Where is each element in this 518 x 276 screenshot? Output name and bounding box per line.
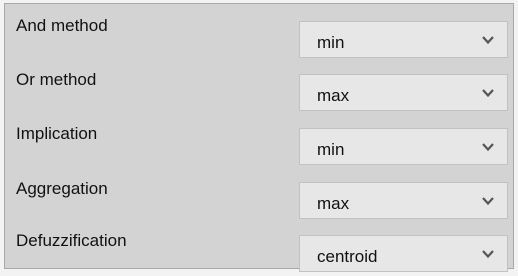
implication-select[interactable]: min	[299, 128, 508, 165]
fuzzy-inference-settings-panel: And method min Or method max Implication…	[4, 3, 514, 272]
aggregation-label: Aggregation	[16, 179, 108, 198]
implication-value: min	[317, 140, 345, 159]
or-method-row: Or method max	[5, 58, 513, 111]
and-method-label: And method	[16, 16, 108, 35]
and-method-value: min	[317, 33, 345, 52]
implication-label: Implication	[16, 124, 98, 143]
chevron-down-icon[interactable]	[481, 142, 495, 152]
chevron-down-icon[interactable]	[481, 196, 495, 206]
chevron-down-icon[interactable]	[481, 35, 495, 45]
implication-row: Implication min	[5, 112, 513, 165]
chevron-down-icon[interactable]	[481, 88, 495, 98]
and-method-select[interactable]: min	[299, 21, 508, 58]
or-method-select[interactable]: max	[299, 74, 508, 111]
defuzzification-value: centroid	[317, 247, 378, 266]
aggregation-row: Aggregation max	[5, 166, 513, 219]
defuzzification-row: Defuzzification centroid	[5, 218, 513, 272]
defuzzification-label: Defuzzification	[16, 231, 127, 250]
defuzzification-select[interactable]: centroid	[299, 235, 508, 272]
aggregation-value: max	[317, 194, 350, 213]
or-method-value: max	[317, 86, 350, 105]
chevron-down-icon[interactable]	[481, 249, 495, 259]
or-method-label: Or method	[16, 70, 97, 89]
aggregation-select[interactable]: max	[299, 182, 508, 219]
and-method-row: And method min	[5, 4, 513, 58]
